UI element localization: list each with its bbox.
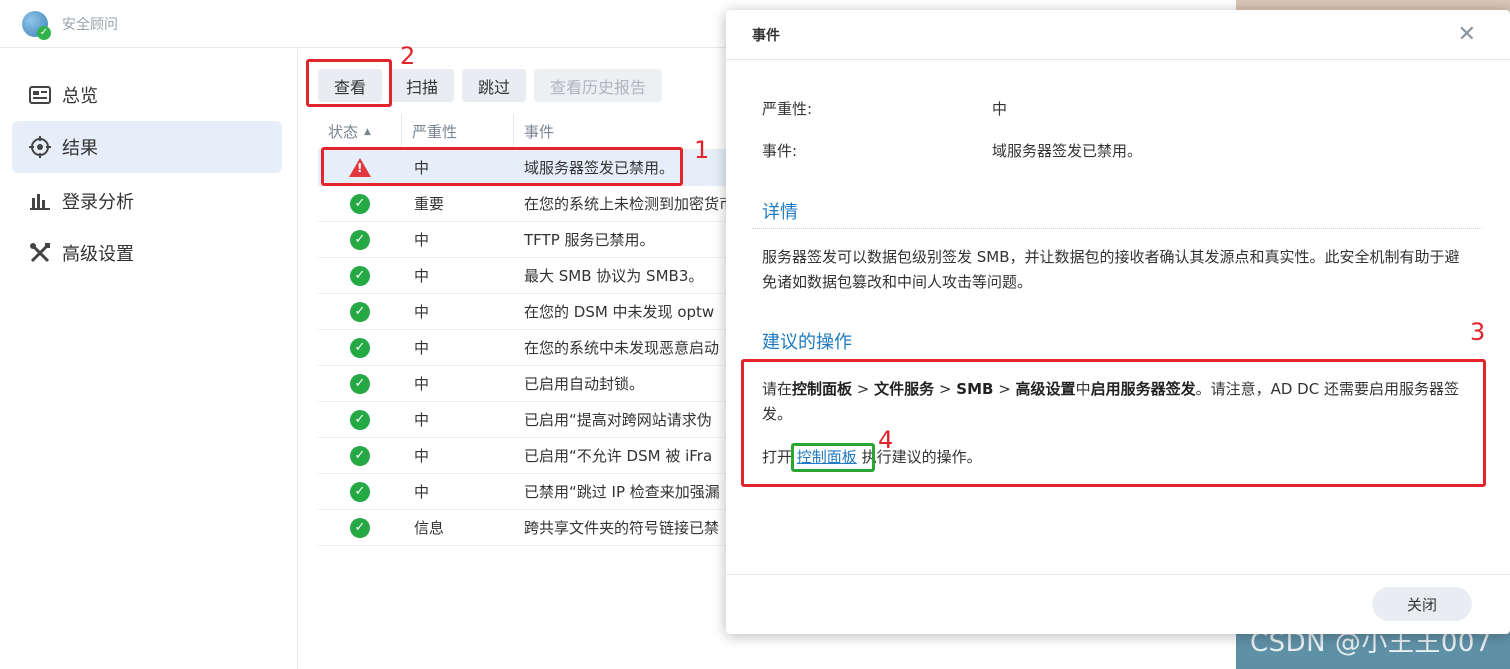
sidebar-item-label: 登录分析 [62,192,134,213]
status-cell: ✓ [318,445,402,466]
sidebar-item-label: 总览 [62,86,98,107]
annotation-box-selected-row [321,147,683,186]
dialog-title: 事件 [726,10,1510,60]
annotation-number-3: 3 [1470,318,1486,346]
view-history-report-button[interactable]: 查看历史报告 [534,69,663,102]
sidebar-item-advanced-settings[interactable]: 高级设置 [12,227,282,279]
check-circle-icon: ✓ [350,517,370,538]
check-circle-icon: ✓ [350,481,370,502]
status-cell: ✓ [318,409,402,430]
recommended-action-heading: 建议的操作 [762,332,852,353]
annotation-number-1: 1 [694,136,710,164]
check-circle-icon: ✓ [350,301,370,322]
severity-cell: 中 [414,411,430,429]
event-value: 域服务器签发已禁用。 [992,142,1143,160]
tools-icon [28,241,52,265]
check-circle-icon: ✓ [350,409,370,430]
severity-cell: 中 [414,267,430,285]
security-advisor-logo-icon [22,10,51,40]
severity-cell: 重要 [414,195,445,213]
target-icon [28,135,52,159]
bar-chart-icon [28,189,52,213]
check-circle-icon: ✓ [350,337,370,358]
status-cell: ✓ [318,337,402,358]
sidebar-item-label: 结果 [62,138,98,159]
status-cell: ✓ [318,481,402,502]
event-label: 事件: [762,142,798,160]
annotation-number-2: 2 [400,42,416,70]
status-cell: ✓ [318,373,402,394]
annotation-box-view-button [306,59,392,107]
check-circle-icon: ✓ [350,373,370,394]
check-circle-icon: ✓ [350,445,370,466]
severity-label: 严重性: [762,100,813,118]
divider [752,228,1482,229]
event-dialog: 事件 ✕ 严重性: 中 事件: 域服务器签发已禁用。 详情 服务器签发可以数据包… [726,10,1510,634]
annotation-box-control-panel-link [791,443,875,472]
skip-button[interactable]: 跳过 [462,69,527,102]
severity-cell: 中 [414,231,430,249]
sidebar-item-results[interactable]: 结果 [12,121,282,173]
overview-icon [28,83,52,107]
sidebar-item-login-analysis[interactable]: 登录分析 [12,175,282,227]
severity-value: 中 [992,100,1008,118]
scan-button[interactable]: 扫描 [390,69,455,102]
sort-ascending-icon: ▲ [364,126,371,137]
sidebar-item-overview[interactable]: 总览 [12,69,282,121]
check-circle-icon: ✓ [350,229,370,250]
sidebar-item-label: 高级设置 [62,244,134,265]
status-cell: ✓ [318,517,402,538]
details-text: 服务器签发可以数据包级别签发 SMB，并让数据包的接收者确认其发源点和真实性。此… [762,248,1460,291]
sidebar: 总览 结果 登录分析 高级设置 [0,49,298,669]
column-header-status[interactable]: 状态 ▲ [318,113,402,150]
app-title: 安全顾问 [62,16,118,33]
close-button[interactable]: 关闭 [1372,587,1472,621]
details-heading: 详情 [762,202,798,223]
close-icon[interactable]: ✕ [1458,22,1476,47]
status-cell: ✓ [318,265,402,286]
severity-cell: 中 [414,447,430,465]
column-header-severity[interactable]: 严重性 [402,113,514,150]
status-cell: ✓ [318,301,402,322]
check-circle-icon: ✓ [350,193,370,214]
check-circle-icon: ✓ [350,265,370,286]
severity-cell: 中 [414,483,430,501]
status-cell: ✓ [318,193,402,214]
status-cell: ✓ [318,229,402,250]
severity-cell: 中 [414,303,430,321]
annotation-number-4: 4 [878,426,894,454]
severity-cell: 中 [414,339,430,357]
severity-cell: 信息 [414,519,445,537]
dialog-footer: 关闭 [726,574,1510,634]
severity-cell: 中 [414,375,430,393]
